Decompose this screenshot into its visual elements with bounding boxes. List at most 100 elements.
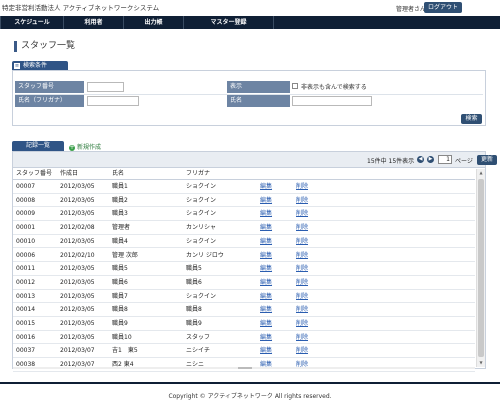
cell-date: 2012/03/05	[60, 210, 95, 218]
records-tab[interactable]: 記録一覧	[12, 141, 64, 151]
page-title: スタッフ一覧	[14, 41, 75, 52]
cell-name: 職員8	[112, 306, 128, 314]
search-tab-label: 検索条件	[23, 62, 48, 69]
cell-kana: スタッフ	[186, 333, 211, 341]
delete-link[interactable]: 削除	[293, 344, 349, 358]
delete-link[interactable]: 削除	[293, 358, 349, 372]
delete-link[interactable]: 削除	[293, 180, 349, 194]
new-record-label: 新規作成	[77, 144, 102, 151]
table-row: 00016 2012/03/05 職員10 スタッフ 編集 削除	[13, 331, 475, 345]
scrollbar-thumb[interactable]	[478, 179, 484, 357]
user-name: 管理者さん	[396, 6, 427, 13]
scroll-up-icon[interactable]: ▲	[478, 170, 484, 176]
name-input[interactable]	[292, 96, 372, 106]
column-header-date: 作成日	[60, 170, 79, 177]
cell-kana: 職員6	[186, 278, 202, 286]
cell-no: 00037	[16, 347, 36, 355]
cell-kana: ショクイン	[186, 237, 217, 245]
delete-link[interactable]: 削除	[293, 249, 349, 263]
edit-link[interactable]: 編集	[257, 221, 293, 235]
cell-name: 西2 東4	[112, 361, 134, 369]
edit-link[interactable]: 編集	[257, 303, 293, 317]
cell-kana: ショクイン	[186, 210, 217, 218]
main-nav: スケジュール 利用者 出力帳 マスター登録	[0, 16, 500, 29]
column-header-staff-no: スタッフ番号	[16, 170, 53, 177]
logout-button[interactable]: ログアウト	[424, 2, 462, 13]
edit-link[interactable]: 編集	[257, 249, 293, 263]
cell-kana: 職員8	[186, 306, 202, 314]
edit-link[interactable]: 編集	[257, 317, 293, 331]
name-label: 氏名	[227, 95, 290, 107]
search-conditions-tab: ≡ 検索条件	[12, 61, 68, 70]
nav-item-schedule[interactable]: スケジュール	[0, 16, 64, 29]
delete-link[interactable]: 削除	[293, 262, 349, 276]
cell-kana: ニシイチ	[186, 347, 211, 355]
record-count: 15件中 15件表示	[367, 158, 415, 165]
edit-link[interactable]: 編集	[257, 290, 293, 304]
cell-no: 00038	[16, 361, 36, 369]
cell-date: 2012/03/05	[60, 278, 95, 286]
footer-divider	[0, 382, 500, 384]
delete-link[interactable]: 削除	[293, 235, 349, 249]
cell-no: 00007	[16, 183, 36, 190]
cell-date: 2012/02/08	[60, 224, 95, 232]
cell-no: 00012	[16, 278, 36, 286]
refresh-button[interactable]: 更新	[477, 155, 497, 165]
nav-item-users[interactable]: 利用者	[64, 16, 124, 29]
table-row: 00038 2012/03/07 西2 東4 ニシニ 編集 削除	[13, 358, 475, 372]
column-header-kana: フリガナ	[186, 170, 211, 177]
records-panel: 15件中 15件表示 ◀ ▶ 1 ページ 更新 スタッフ番号 作成日 氏名 フリ…	[12, 151, 497, 372]
edit-link[interactable]: 編集	[257, 180, 293, 194]
resize-bar[interactable]	[13, 367, 475, 369]
edit-link[interactable]: 編集	[257, 344, 293, 358]
kana-input[interactable]	[87, 96, 139, 106]
vertical-scrollbar[interactable]: ▲ ▼	[476, 169, 485, 367]
delete-link[interactable]: 削除	[293, 221, 349, 235]
cell-name: 職員10	[112, 333, 132, 341]
table-row: 00010 2012/03/05 職員4 ショクイン 編集 削除	[13, 235, 475, 249]
cell-kana: 職員5	[186, 265, 202, 273]
search-button[interactable]: 検索	[461, 114, 482, 124]
cell-kana: ショクイン	[186, 196, 217, 204]
cell-name: 職員3	[112, 210, 128, 218]
cell-no: 00009	[16, 210, 36, 218]
delete-link[interactable]: 削除	[293, 290, 349, 304]
table-row: 00009 2012/03/05 職員3 ショクイン 編集 削除	[13, 207, 475, 222]
cell-kana: 職員9	[186, 320, 202, 327]
delete-link[interactable]: 削除	[293, 194, 349, 208]
edit-link[interactable]: 編集	[257, 276, 293, 290]
nav-item-output[interactable]: 出力帳	[124, 16, 184, 29]
edit-link[interactable]: 編集	[257, 262, 293, 276]
next-page-icon[interactable]: ▶	[427, 156, 434, 163]
app-title: 特定非営利活動法人 アクティブネットワークシステム	[2, 4, 160, 12]
edit-link[interactable]: 編集	[257, 235, 293, 249]
resize-grip[interactable]	[238, 367, 252, 369]
edit-link[interactable]: 編集	[257, 358, 293, 372]
delete-link[interactable]: 削除	[293, 317, 349, 331]
edit-link[interactable]: 編集	[257, 194, 293, 208]
cell-name: 職員1	[112, 183, 128, 190]
delete-link[interactable]: 削除	[293, 303, 349, 317]
prev-page-icon[interactable]: ◀	[417, 156, 424, 163]
delete-link[interactable]: 削除	[293, 331, 349, 345]
page-label: ページ	[455, 158, 473, 165]
cell-date: 2012/03/05	[60, 196, 95, 204]
staff-no-input[interactable]	[87, 82, 124, 92]
cell-name: 管理者	[112, 224, 131, 232]
cell-kana: ショクイン	[186, 183, 217, 190]
cell-date: 2012/02/10	[60, 251, 95, 259]
scroll-down-icon[interactable]: ▼	[478, 360, 484, 366]
new-record-link[interactable]: + 新規作成	[69, 142, 101, 151]
edit-link[interactable]: 編集	[257, 207, 293, 221]
table-row: 00001 2012/02/08 管理者 カンリシャ 編集 削除	[13, 221, 475, 235]
column-header-name: 氏名	[112, 170, 125, 177]
delete-link[interactable]: 削除	[293, 276, 349, 290]
nav-item-master[interactable]: マスター登録	[184, 16, 274, 29]
cell-no: 00015	[16, 320, 36, 327]
paging-bar: 15件中 15件表示 ◀ ▶ 1 ページ 更新	[13, 152, 497, 168]
delete-link[interactable]: 削除	[293, 207, 349, 221]
page-number-input[interactable]: 1	[438, 155, 452, 164]
cell-date: 2012/03/05	[60, 265, 95, 273]
include-hidden-checkbox[interactable]	[292, 83, 298, 89]
edit-link[interactable]: 編集	[257, 331, 293, 345]
